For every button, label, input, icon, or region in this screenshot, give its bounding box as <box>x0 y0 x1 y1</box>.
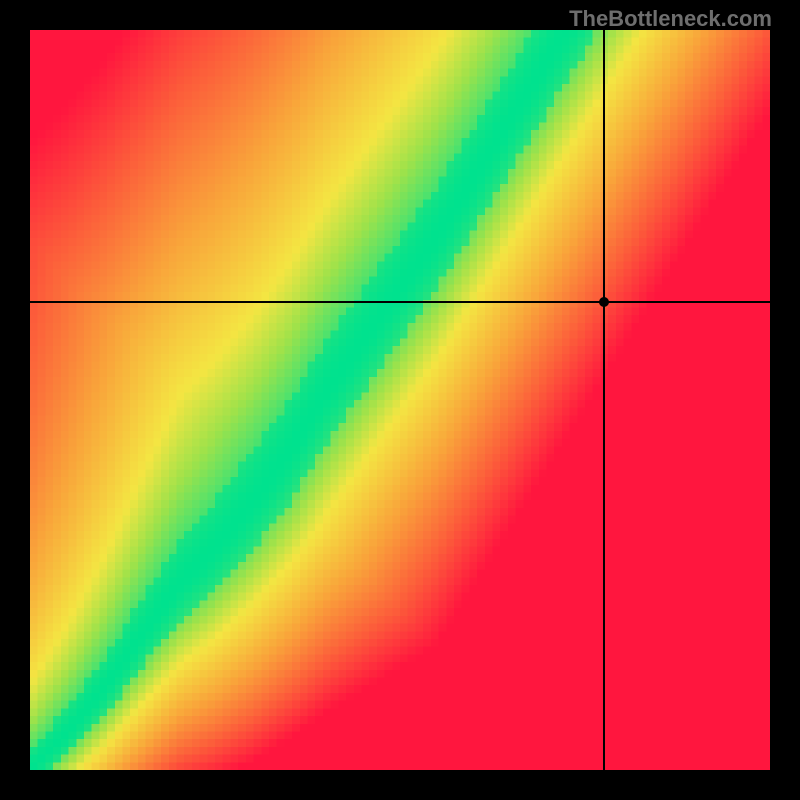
crosshair-horizontal <box>30 301 770 303</box>
crosshair-vertical <box>603 30 605 770</box>
watermark-text: TheBottleneck.com <box>569 6 772 32</box>
heatmap-plot <box>30 30 770 770</box>
chart-frame: TheBottleneck.com <box>0 0 800 800</box>
selection-marker <box>599 297 609 307</box>
heatmap-canvas <box>30 30 770 770</box>
